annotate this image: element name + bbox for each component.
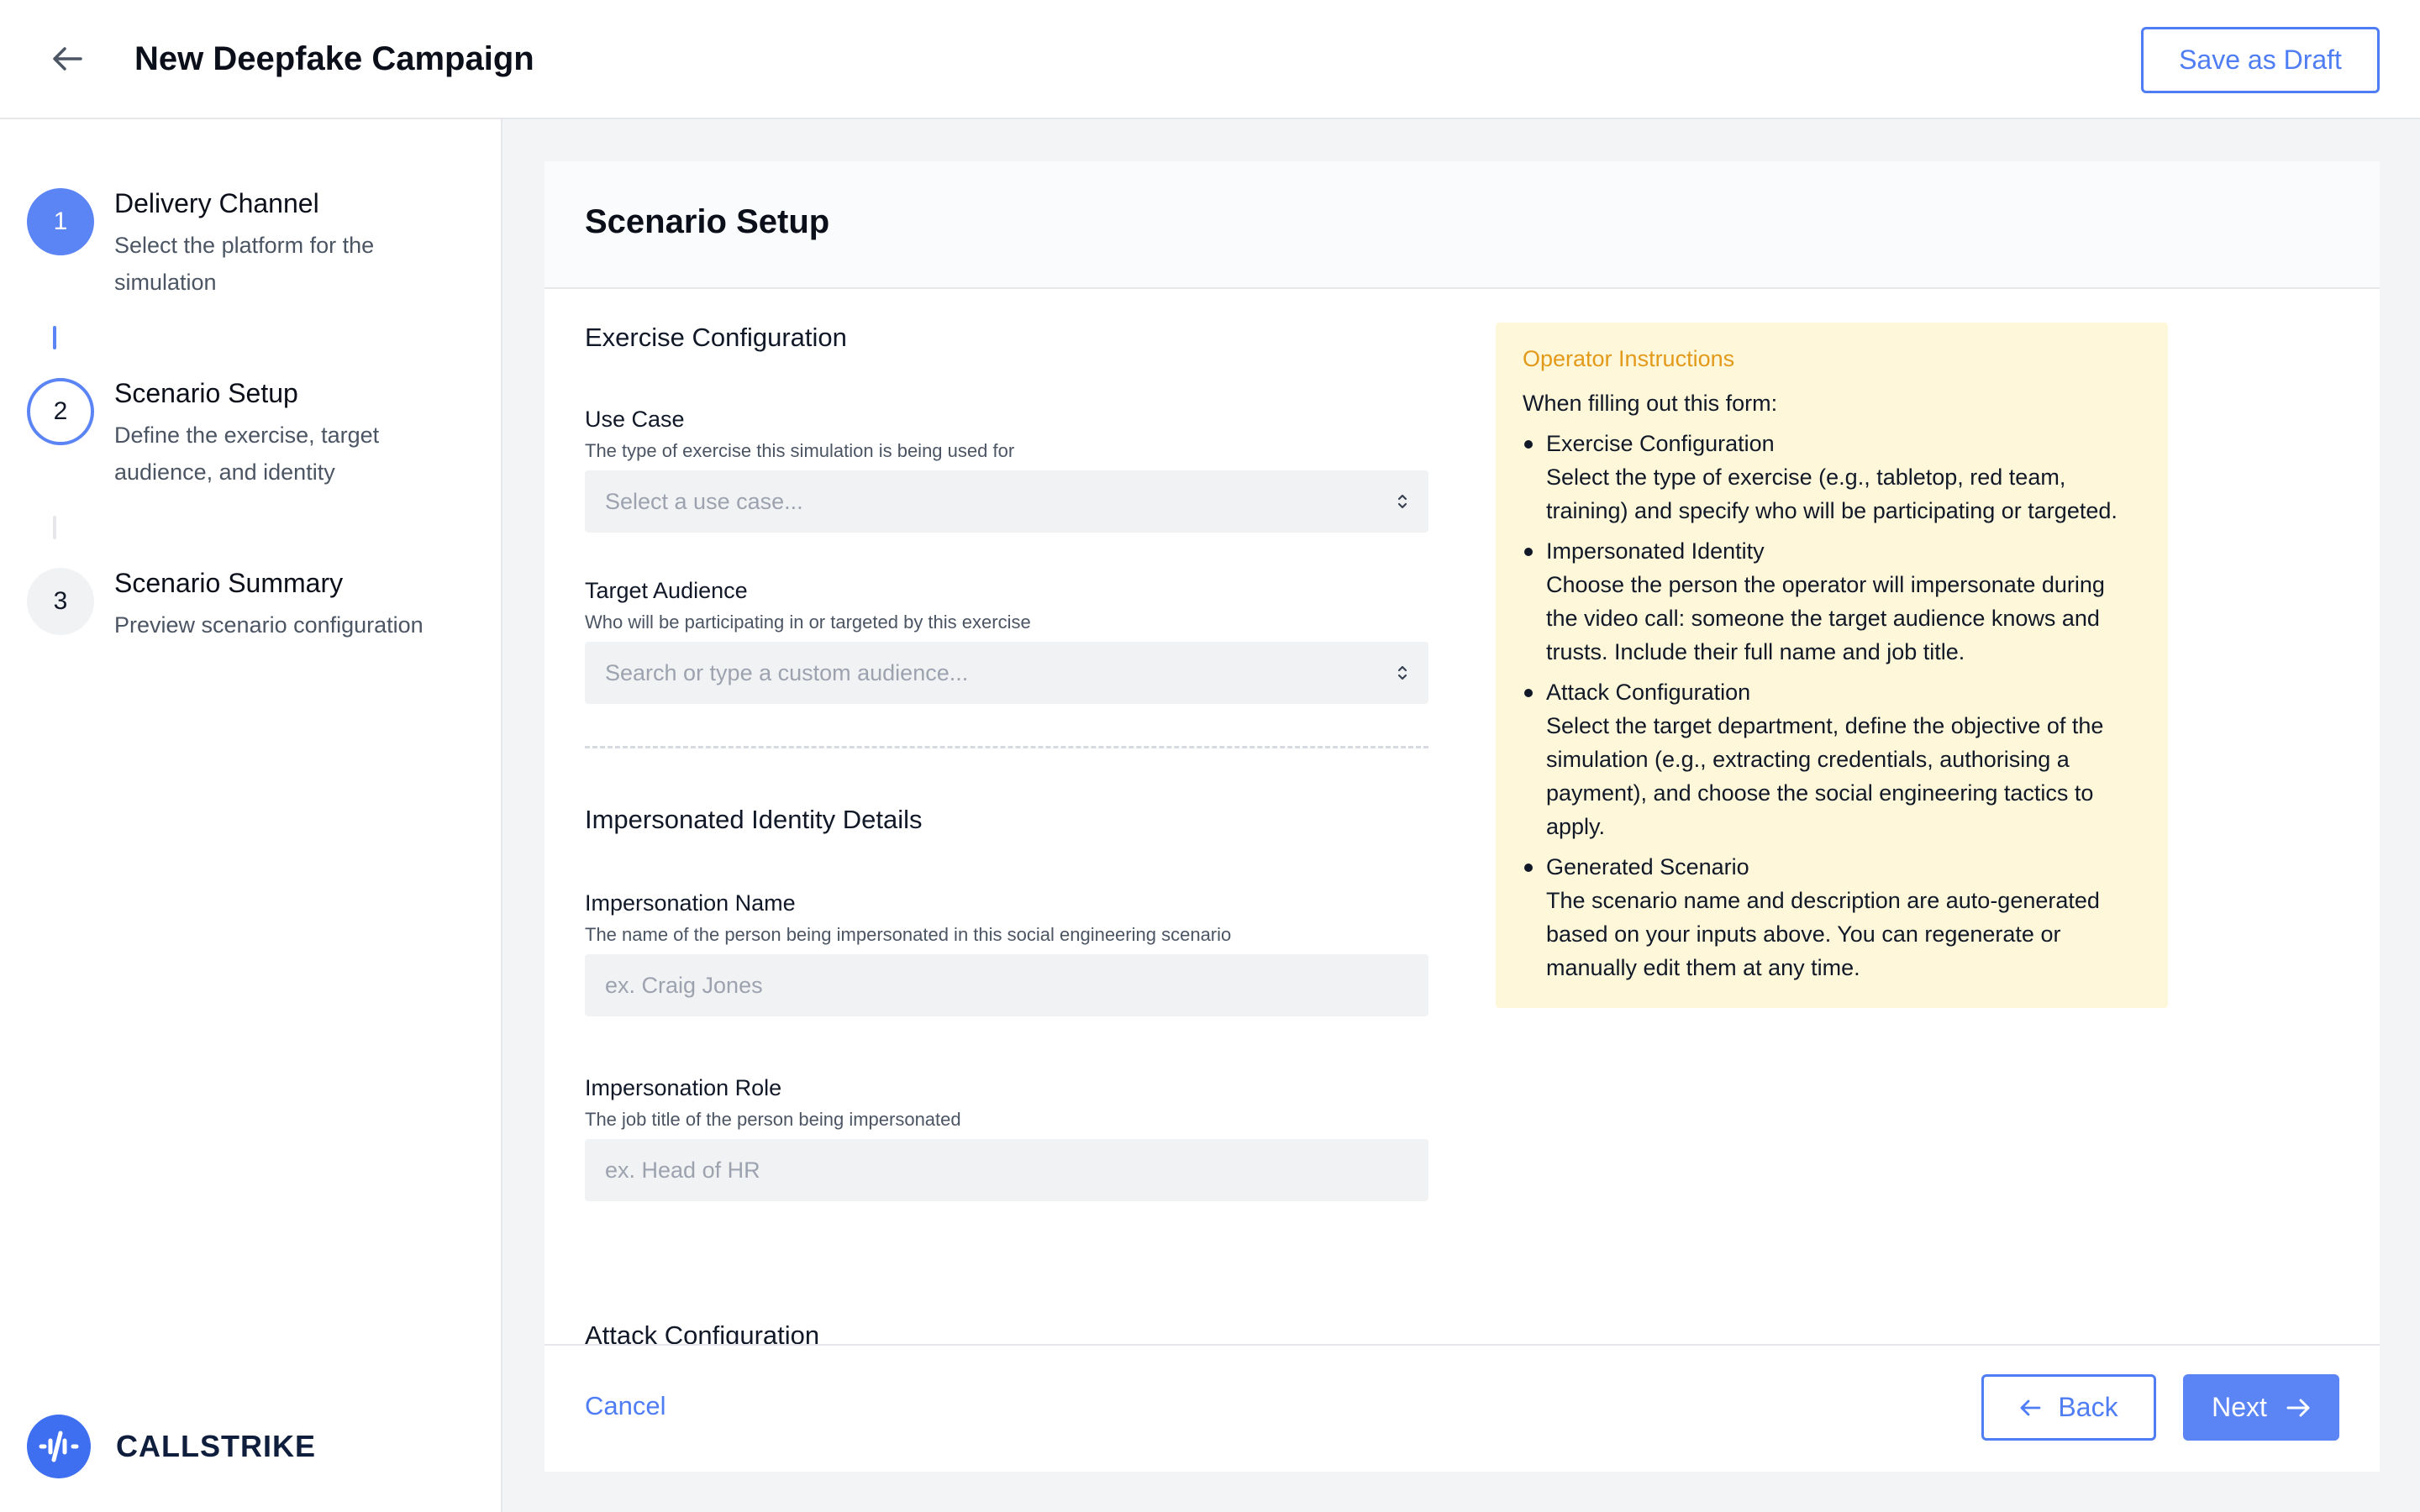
list-item: Attack Configuration Select the target d…: [1523, 675, 2141, 843]
target-audience-combobox[interactable]: Search or type a custom audience...: [585, 642, 1428, 704]
instruction-body: Select the type of exercise (e.g., table…: [1546, 465, 2118, 523]
instructions-intro: When filling out this form:: [1523, 391, 1778, 416]
next-button-label: Next: [2212, 1392, 2267, 1422]
section-title-exercise: Exercise Configuration: [585, 323, 847, 352]
arrow-left-icon[interactable]: [47, 39, 87, 79]
impersonation-name-help: The name of the person being impersonate…: [585, 924, 1232, 945]
impersonation-role-label: Impersonation Role: [585, 1075, 782, 1100]
stepper-sidebar: 1 Delivery Channel Select the platform f…: [0, 119, 502, 1512]
callstrike-logo-icon: [27, 1415, 91, 1478]
instruction-body: Choose the person the operator will impe…: [1546, 572, 2105, 664]
impersonation-name-input[interactable]: [585, 954, 1428, 1016]
list-item: Exercise Configuration Select the type o…: [1523, 427, 2141, 528]
impersonation-name-label: Impersonation Name: [585, 890, 796, 916]
instruction-heading: Impersonated Identity: [1546, 538, 1765, 564]
step-number: 1: [27, 188, 94, 255]
form-body[interactable]: Exercise Configuration Use Case The type…: [544, 289, 2380, 1344]
arrow-left-icon: [2021, 1399, 2041, 1415]
use-case-placeholder: Select a use case...: [605, 488, 803, 514]
instruction-heading: Exercise Configuration: [1546, 431, 1775, 456]
step-connector: [53, 516, 56, 539]
section-divider: [585, 746, 1428, 748]
use-case-label: Use Case: [585, 407, 685, 432]
back-button-label: Back: [2058, 1392, 2118, 1422]
instruction-heading: Generated Scenario: [1546, 854, 1749, 879]
section-title-attack: Attack Configuration: [585, 1320, 820, 1344]
target-audience-placeholder: Search or type a custom audience...: [605, 659, 969, 685]
instruction-body: The scenario name and description are au…: [1546, 888, 2100, 980]
list-item: Generated Scenario The scenario name and…: [1523, 850, 2141, 984]
instruction-heading: Attack Configuration: [1546, 680, 1751, 705]
step-description: Define the exercise, target audience, an…: [114, 423, 380, 485]
step-connector: [53, 326, 56, 349]
step-description: Select the platform for the simulation: [114, 233, 375, 295]
step-number: 3: [27, 568, 94, 635]
step-description: Preview scenario configuration: [114, 612, 424, 638]
step-number: 2: [27, 378, 94, 445]
instructions-title: Operator Instructions: [1523, 346, 1735, 371]
step-title: Scenario Summary: [114, 568, 344, 598]
back-button[interactable]: Back: [1981, 1374, 2156, 1441]
card-footer: Cancel Back Next: [544, 1344, 2380, 1472]
save-as-draft-button[interactable]: Save as Draft: [2141, 27, 2380, 93]
instructions-list: Exercise Configuration Select the type o…: [1523, 427, 2141, 984]
instruction-body: Select the target department, define the…: [1546, 713, 2104, 839]
brand-logo: CALLSTRIKE: [27, 1415, 316, 1478]
scenario-setup-card: Scenario Setup Exercise Configuration Us…: [544, 161, 2380, 1472]
top-header: New Deepfake Campaign Save as Draft: [0, 0, 2420, 119]
arrow-right-icon: [2286, 1399, 2310, 1416]
list-item: Impersonated Identity Choose the person …: [1523, 534, 2141, 669]
impersonation-role-input[interactable]: [585, 1139, 1428, 1201]
impersonation-role-help: The job title of the person being impers…: [585, 1109, 961, 1130]
next-button[interactable]: Next: [2183, 1374, 2339, 1441]
chevron-updown-icon: [1397, 494, 1407, 509]
cancel-link[interactable]: Cancel: [585, 1391, 666, 1421]
chevron-updown-icon: [1397, 665, 1407, 680]
section-title-identity: Impersonated Identity Details: [585, 805, 923, 834]
operator-instructions-panel: Operator Instructions When filling out t…: [1496, 323, 2168, 1008]
card-header: Scenario Setup: [544, 161, 2380, 289]
brand-name: CALLSTRIKE: [116, 1429, 316, 1463]
step-title: Scenario Setup: [114, 378, 298, 408]
target-audience-label: Target Audience: [585, 578, 748, 603]
card-title: Scenario Setup: [585, 203, 830, 240]
use-case-help: The type of exercise this simulation is …: [585, 440, 1015, 461]
target-audience-help: Who will be participating in or targeted…: [585, 612, 1031, 633]
use-case-select[interactable]: Select a use case...: [585, 470, 1428, 533]
step-title: Delivery Channel: [114, 188, 319, 218]
page-title: New Deepfake Campaign: [134, 40, 534, 77]
